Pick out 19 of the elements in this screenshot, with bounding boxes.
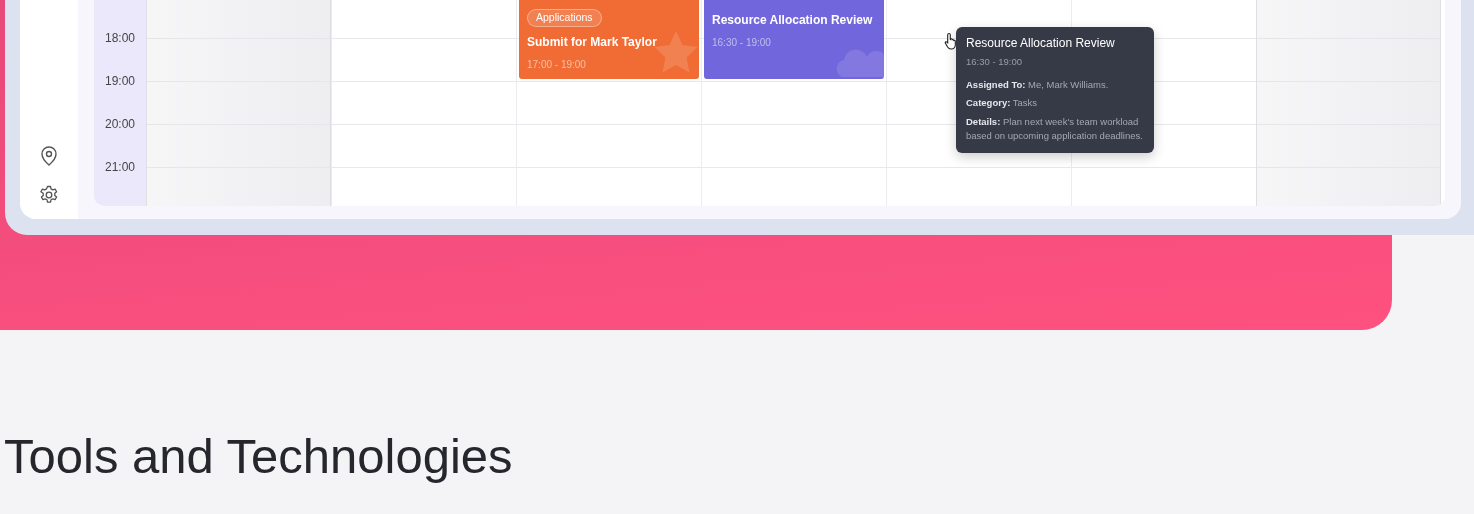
time-label: 18:00 — [104, 32, 137, 44]
tooltip-time: 16:30 - 19:00 — [966, 55, 1023, 70]
event-title: Submit for Mark Taylor — [527, 34, 658, 51]
section-heading: Tools and Technologies — [4, 428, 514, 485]
event-time: 16:30 - 19:00 — [712, 36, 772, 50]
event-card[interactable]: Resource Allocation Review 16:30 - 19:00 — [704, 0, 884, 79]
tooltip-detail: Assigned To: Me, Mark Williams. — [966, 77, 1110, 92]
event-title: Resource Allocation Review — [712, 12, 874, 29]
location-pin-icon[interactable] — [39, 145, 59, 167]
time-label: 21:00 — [104, 161, 137, 173]
time-label: 19:00 — [104, 75, 137, 87]
tooltip-detail: Category: Tasks — [966, 96, 1039, 111]
event-card[interactable]: Applications Submit for Mark Taylor 17:00 - 19:00 — [519, 0, 699, 79]
event-time: 17:00 - 19:00 — [527, 58, 587, 72]
settings-icon[interactable] — [39, 185, 59, 205]
tooltip-detail: Details: Plan next week's team workload based on upcoming application deadlines. — [966, 115, 1144, 143]
category-tag: Applications — [527, 9, 602, 27]
time-label: 20:00 — [104, 118, 137, 130]
tooltip-title: Resource Allocation Review — [966, 36, 1116, 51]
